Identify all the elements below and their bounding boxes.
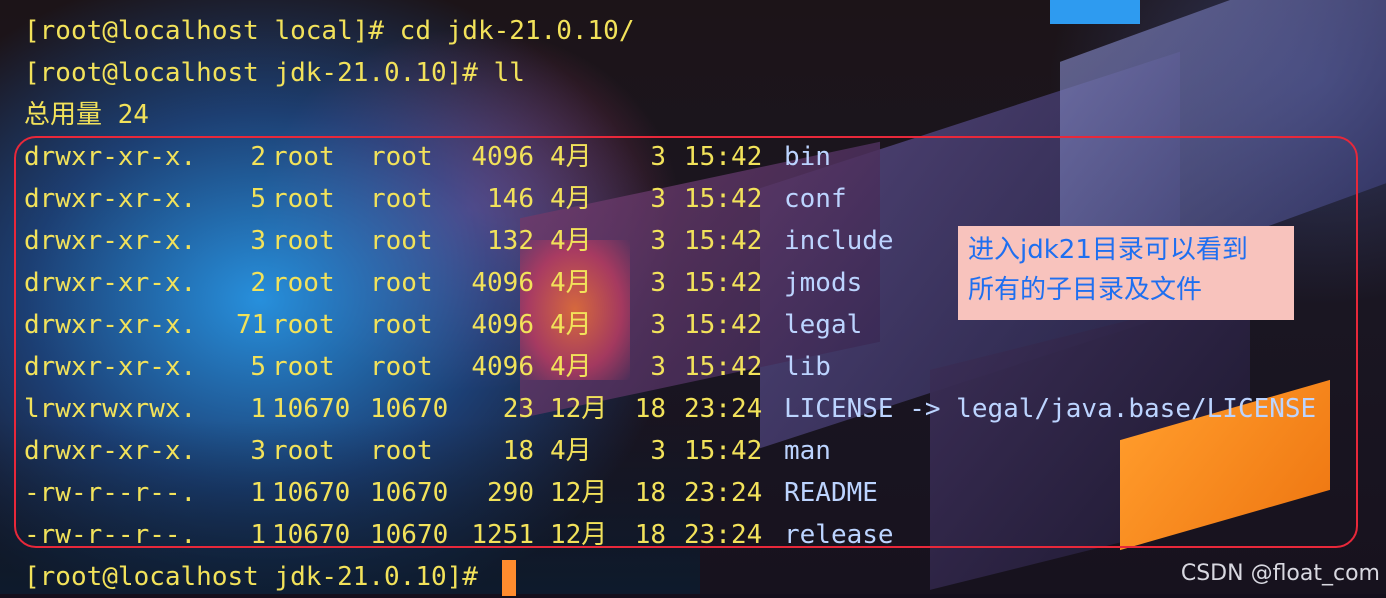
annotation-line-2: 所有的子目录及文件 (968, 275, 1203, 305)
terminal-output[interactable]: [root@localhost local]# cd jdk-21.0.10/ … (24, 10, 634, 136)
highlight-annotation-box (14, 136, 1358, 548)
annotation-note: 进入jdk21目录可以看到 所有的子目录及文件 (958, 226, 1294, 320)
text-cursor[interactable] (501, 559, 516, 596)
command-line-cd: [root@localhost local]# cd jdk-21.0.10/ (24, 16, 635, 46)
wallpaper-shape (1050, 0, 1140, 24)
command-line-ll: [root@localhost jdk-21.0.10]# ll (24, 58, 525, 88)
shell-prompt: [root@localhost jdk-21.0.10]# (24, 562, 494, 592)
annotation-line-1: 进入jdk21目录可以看到 (968, 235, 1248, 265)
watermark: CSDN @float_com (1180, 561, 1380, 586)
terminal-prompt[interactable]: [root@localhost jdk-21.0.10]# (24, 556, 516, 598)
total-line: 总用量 24 (24, 100, 149, 130)
